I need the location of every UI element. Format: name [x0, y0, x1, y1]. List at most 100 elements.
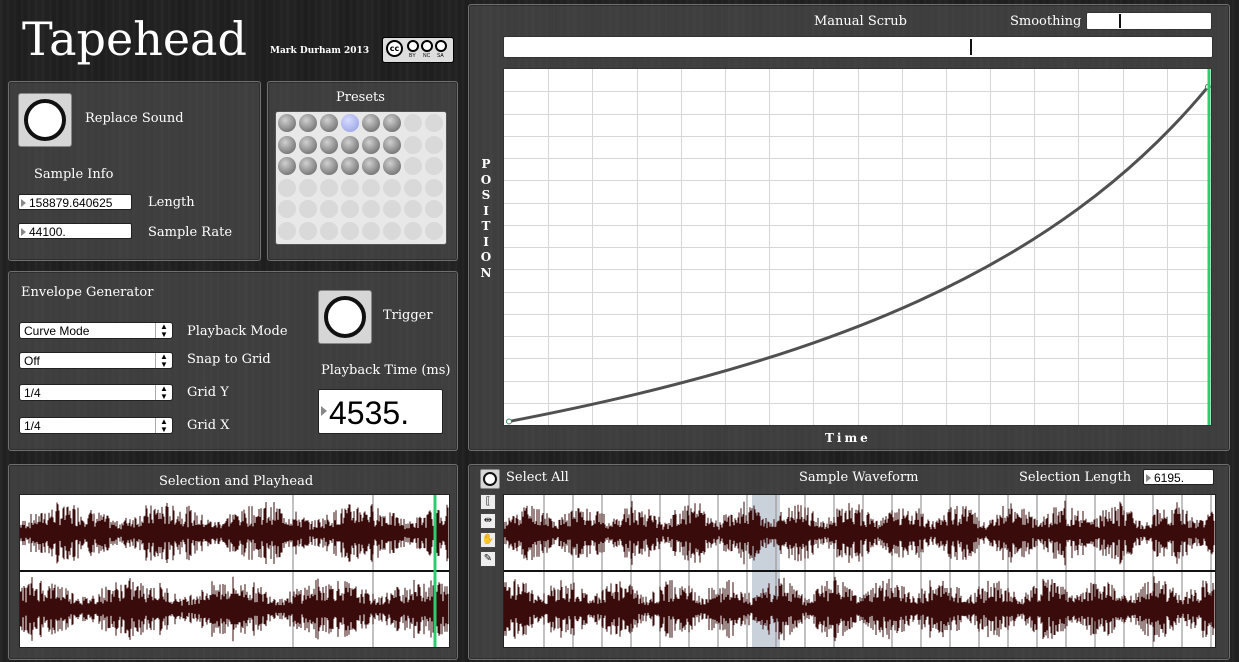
preset-slot[interactable] — [299, 157, 317, 175]
replace-sound-button[interactable] — [18, 93, 72, 147]
nc-icon — [421, 40, 433, 52]
preset-slot[interactable] — [278, 157, 296, 175]
envelope-generator-panel: Envelope Generator Curve Mode ▲ ▼ Playbac… — [8, 271, 458, 451]
trigger-label: Trigger — [383, 308, 433, 323]
sample-waveform-display[interactable] — [503, 494, 1216, 648]
preset-slot[interactable] — [278, 114, 296, 132]
grid-y-menu[interactable]: 1/4 ▲ ▼ — [19, 384, 173, 401]
position-axis-letter: I — [483, 203, 489, 218]
playback-mode-value: Curve Mode — [24, 324, 90, 338]
waveform-channel — [20, 502, 449, 564]
waveform-channel — [20, 576, 449, 642]
preset-slot[interactable] — [278, 221, 296, 240]
preset-slot[interactable] — [383, 135, 401, 154]
preset-slot[interactable] — [299, 178, 317, 197]
position-axis-letter: O — [480, 250, 492, 264]
playback-time-number-box[interactable]: 4535. — [318, 389, 443, 434]
grid-y-label: Grid Y — [187, 385, 229, 400]
cc-license-logo: cc BY NC SA — [382, 37, 454, 63]
length-label: Length — [148, 195, 195, 210]
preset-slot[interactable] — [320, 114, 338, 132]
preset-slot[interactable] — [362, 178, 380, 197]
cc-icon: cc — [386, 40, 403, 57]
preset-slot[interactable] — [299, 114, 317, 132]
preset-slot[interactable] — [383, 221, 401, 240]
preset-slot[interactable] — [278, 200, 296, 218]
license-by: BY — [409, 53, 416, 59]
curve-panel: Manual Scrub Smoothing POSITION Time — [468, 4, 1230, 451]
preset-slot[interactable] — [320, 178, 338, 197]
preset-slot[interactable] — [299, 135, 317, 154]
preset-slot[interactable] — [383, 114, 401, 132]
envelope-node[interactable] — [506, 418, 512, 425]
preset-slot[interactable] — [425, 114, 443, 132]
preset-slot[interactable] — [425, 221, 443, 240]
preset-slot[interactable] — [278, 135, 296, 154]
hand-tool-icon[interactable]: ✋ — [480, 532, 496, 548]
preset-slot[interactable] — [362, 135, 380, 154]
preset-slot[interactable] — [362, 114, 380, 132]
position-axis-letter: I — [483, 234, 489, 249]
smoothing-slider[interactable] — [1086, 12, 1212, 30]
preset-slot[interactable] — [425, 135, 443, 154]
snap-to-grid-menu[interactable]: Off ▲ ▼ — [19, 352, 173, 369]
selection-playhead-panel: Selection and Playhead — [8, 464, 458, 660]
preset-slot[interactable] — [425, 200, 443, 218]
preset-slot[interactable] — [362, 200, 380, 218]
envelope-curve-editor[interactable] — [503, 68, 1212, 426]
preset-slot[interactable] — [341, 200, 359, 218]
preset-slot[interactable] — [278, 178, 296, 197]
selection-tool-icon[interactable]: ⟦ — [480, 494, 496, 510]
presets-heading: Presets — [336, 90, 385, 105]
license-sa: SA — [437, 53, 444, 59]
preset-slot[interactable] — [320, 221, 338, 240]
select-all-button[interactable] — [480, 469, 500, 489]
length-number-box[interactable]: 158879.640625 — [18, 194, 132, 210]
manual-scrub-slider[interactable] — [503, 36, 1213, 58]
preset-grid — [275, 111, 447, 245]
preset-slot[interactable] — [320, 135, 338, 154]
pencil-tool-icon[interactable]: ✎ — [480, 551, 496, 567]
up-down-arrows-icon: ▲ ▼ — [155, 385, 172, 401]
preset-slot[interactable] — [404, 221, 422, 240]
smoothing-slider-thumb[interactable] — [1119, 14, 1121, 28]
preset-slot[interactable] — [404, 114, 422, 132]
preset-slot[interactable] — [341, 157, 359, 175]
preset-slot[interactable] — [425, 178, 443, 197]
preset-slot[interactable] — [320, 200, 338, 218]
preset-slot[interactable] — [299, 200, 317, 218]
up-down-arrows-icon: ▲ ▼ — [155, 353, 172, 369]
circle-button-icon — [24, 99, 66, 141]
preset-slot[interactable] — [299, 221, 317, 240]
preset-slot[interactable] — [383, 200, 401, 218]
preset-slot[interactable] — [341, 221, 359, 240]
license-nc: NC — [423, 53, 431, 59]
preset-slot[interactable] — [383, 178, 401, 197]
preset-slot[interactable] — [341, 114, 359, 132]
preset-slot[interactable] — [425, 157, 443, 175]
preset-slot[interactable] — [341, 135, 359, 154]
preset-slot[interactable] — [404, 178, 422, 197]
manual-scrub-slider-thumb[interactable] — [970, 39, 972, 55]
preset-slot[interactable] — [362, 221, 380, 240]
preset-slot[interactable] — [404, 200, 422, 218]
selection-length-number-box[interactable]: 6195. — [1143, 469, 1214, 485]
preset-slot[interactable] — [404, 157, 422, 175]
trigger-button[interactable] — [318, 290, 372, 344]
select-all-label: Select All — [506, 470, 569, 485]
preset-slot[interactable] — [383, 157, 401, 175]
grid-x-menu[interactable]: 1/4 ▲ ▼ — [19, 417, 173, 434]
snap-to-grid-label: Snap to Grid — [187, 352, 271, 367]
move-tool-icon[interactable]: ⇹ — [480, 513, 496, 529]
playback-mode-menu[interactable]: Curve Mode ▲ ▼ — [19, 322, 173, 339]
preset-slot[interactable] — [320, 157, 338, 175]
position-axis-letter: O — [480, 172, 492, 187]
sample-rate-number-box[interactable]: 44100. — [18, 223, 132, 239]
preset-slot[interactable] — [404, 135, 422, 154]
grid-x-value: 1/4 — [24, 419, 41, 433]
selection-playhead-waveform[interactable] — [19, 494, 450, 648]
app-title: Tapehead — [22, 12, 247, 66]
preset-slot[interactable] — [341, 178, 359, 197]
preset-slot[interactable] — [362, 157, 380, 175]
grid-x-label: Grid X — [187, 418, 230, 433]
